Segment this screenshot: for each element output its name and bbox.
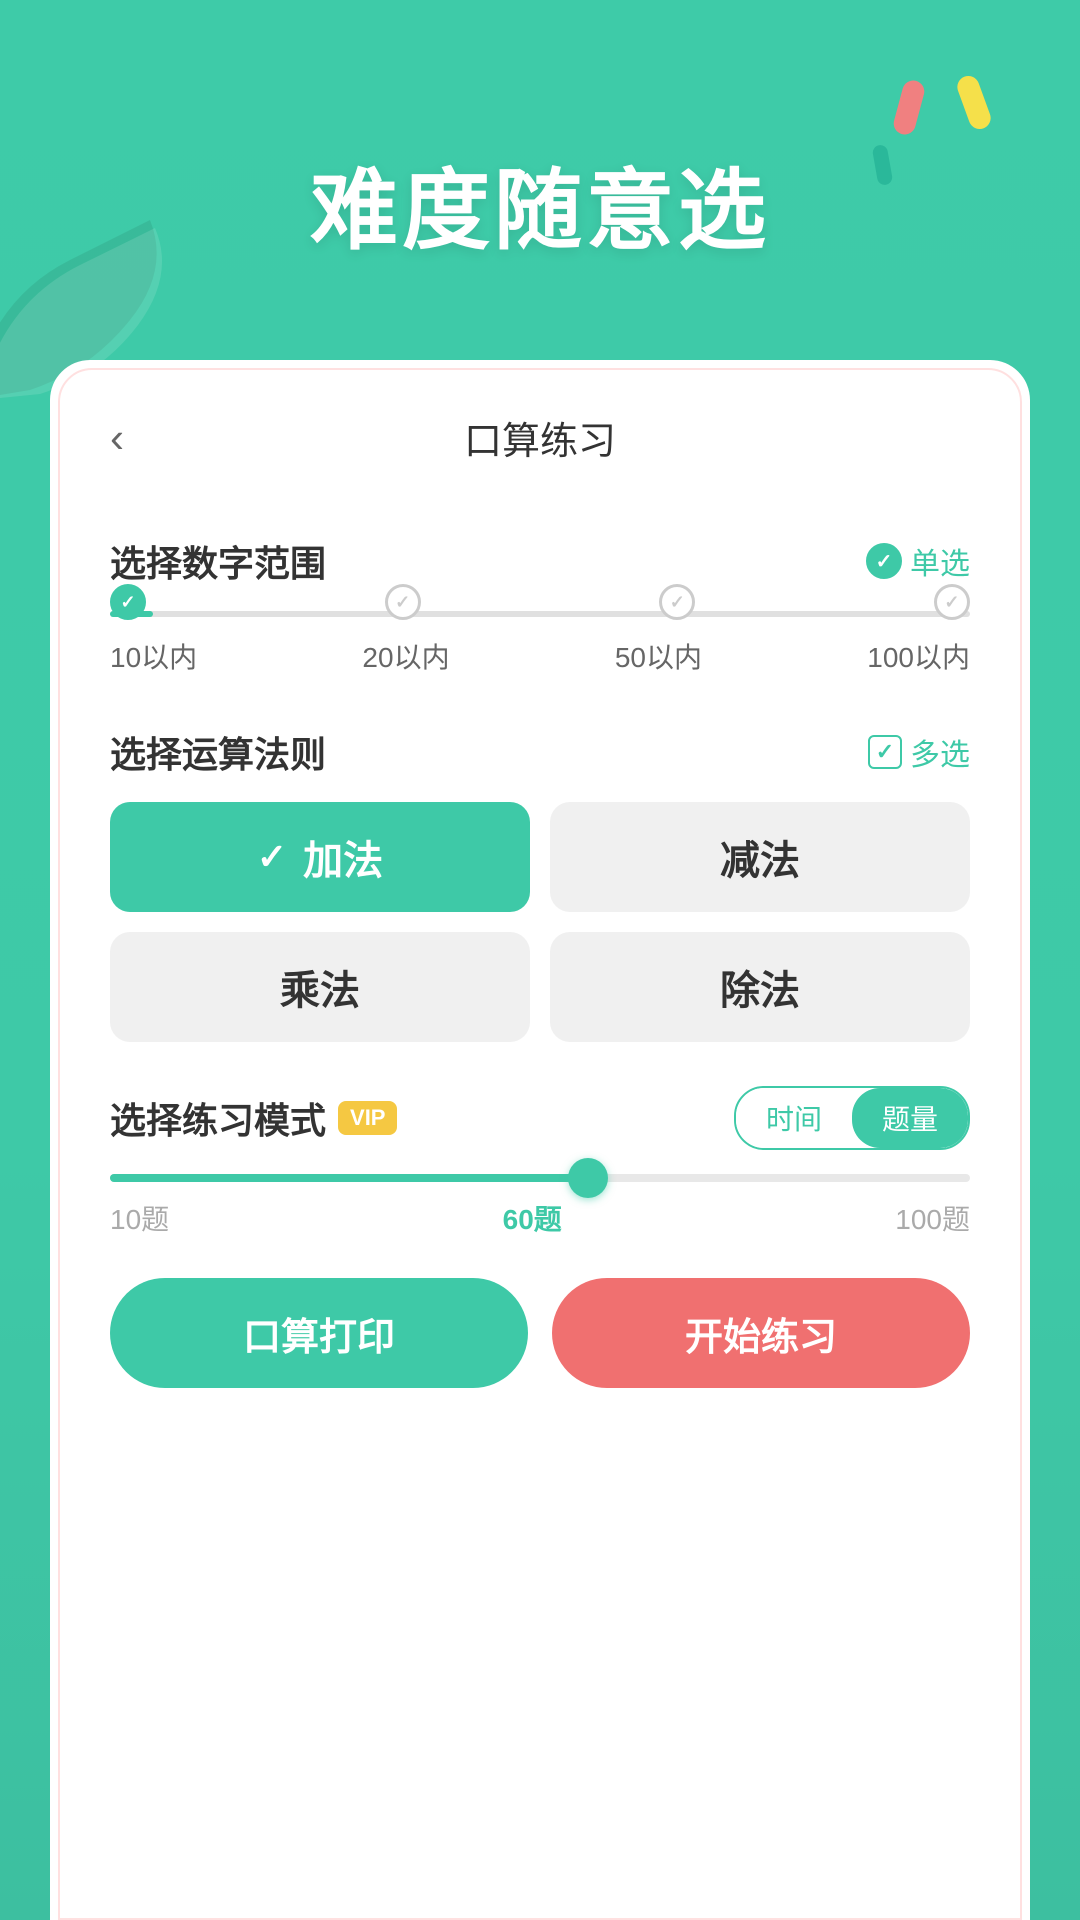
- card-title: 口算练习: [464, 410, 616, 465]
- count-slider-fill: [110, 1174, 588, 1182]
- op-label-mul: 乘法: [280, 958, 360, 1016]
- operation-header: 选择运算法则 多选: [110, 726, 970, 778]
- mode-header-row: 选择练习模式 VIP 时间 题量: [110, 1086, 970, 1150]
- print-button[interactable]: 口算打印: [110, 1278, 528, 1388]
- op-label-sub: 减法: [720, 828, 800, 886]
- range-label-100: 100以内: [867, 636, 970, 676]
- mode-label: 选择练习模式: [110, 1092, 326, 1144]
- number-range-header: 选择数字范围 单选: [110, 535, 970, 587]
- slider-dots: [110, 599, 970, 620]
- op-btn-div[interactable]: 除法: [550, 932, 970, 1042]
- mode-toggle-count[interactable]: 题量: [852, 1088, 968, 1148]
- mode-label-group: 选择练习模式 VIP: [110, 1092, 397, 1144]
- count-max: 100题: [895, 1198, 970, 1238]
- single-select-check: [866, 543, 902, 579]
- count-min: 10题: [110, 1198, 169, 1238]
- slider-dot-2[interactable]: [659, 584, 695, 620]
- count-slider-track: [110, 1174, 970, 1182]
- multi-select-label: 多选: [910, 730, 970, 774]
- range-label-10: 10以内: [110, 636, 197, 676]
- card-header: ‹ 口算练习: [110, 360, 970, 495]
- slider-dot-1[interactable]: [385, 584, 421, 620]
- multi-select-check: [868, 735, 902, 769]
- count-slider[interactable]: [110, 1174, 970, 1182]
- number-range-slider[interactable]: [110, 611, 970, 620]
- operation-label: 选择运算法则: [110, 726, 326, 778]
- op-btn-mul[interactable]: 乘法: [110, 932, 530, 1042]
- multi-select-badge: 多选: [868, 730, 970, 774]
- slider-labels: 10以内 20以内 50以内 100以内: [110, 636, 970, 676]
- number-range-label: 选择数字范围: [110, 535, 326, 587]
- back-button[interactable]: ‹: [110, 414, 124, 462]
- main-card: ‹ 口算练习 选择数字范围 单选 10以内 20以内 50以内 100以内 选择…: [50, 360, 1030, 1920]
- range-label-50: 50以内: [615, 636, 702, 676]
- op-label-add: 加法: [303, 828, 383, 886]
- op-btn-add-inner: ✓ 加法: [257, 828, 383, 886]
- range-label-20: 20以内: [362, 636, 449, 676]
- mode-section: 选择练习模式 VIP 时间 题量 10题 60题 100题: [110, 1086, 970, 1238]
- count-current: 60题: [503, 1198, 562, 1238]
- slider-dot-3[interactable]: [934, 584, 970, 620]
- op-label-div: 除法: [720, 958, 800, 1016]
- bottom-buttons: 口算打印 开始练习: [110, 1278, 970, 1388]
- count-slider-thumb[interactable]: [568, 1158, 608, 1198]
- op-check-add: ✓: [257, 836, 287, 878]
- op-btn-sub[interactable]: 减法: [550, 802, 970, 912]
- start-button[interactable]: 开始练习: [552, 1278, 970, 1388]
- slider-dot-0[interactable]: [110, 584, 146, 620]
- single-select-label: 单选: [910, 539, 970, 583]
- op-btn-add[interactable]: ✓ 加法: [110, 802, 530, 912]
- count-labels: 10题 60题 100题: [110, 1198, 970, 1238]
- single-select-badge: 单选: [866, 539, 970, 583]
- mode-toggle-time[interactable]: 时间: [736, 1088, 852, 1148]
- operation-grid: ✓ 加法 减法 乘法 除法: [110, 802, 970, 1042]
- vip-badge: VIP: [338, 1101, 397, 1135]
- page-title: 难度随意选: [0, 140, 1080, 267]
- mode-toggle[interactable]: 时间 题量: [734, 1086, 970, 1150]
